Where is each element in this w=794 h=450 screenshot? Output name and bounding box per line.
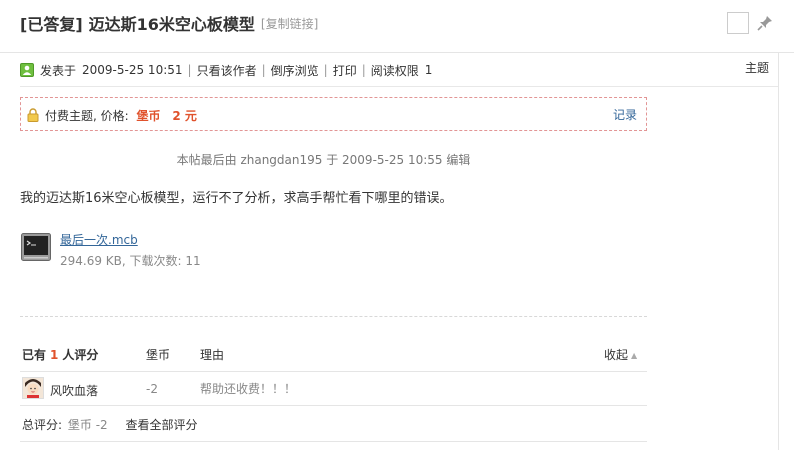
rating-total-row: 总评分: 堡币 -2 查看全部评分 bbox=[22, 416, 198, 433]
thread-title-row: [已答复] 迈达斯16米空心板模型 [复制链接] bbox=[20, 10, 318, 36]
print-link[interactable]: 打印 bbox=[333, 62, 357, 79]
rating-row-divider bbox=[20, 405, 647, 406]
purchase-record-link[interactable]: 记录 bbox=[613, 106, 637, 123]
attachment-info: 294.69 KB, 下载次数: 11 bbox=[60, 254, 201, 268]
meta-separator: | bbox=[261, 63, 266, 77]
paid-topic-text: 付费主题, 价格: 堡币 2 元 bbox=[45, 107, 197, 124]
total-label: 总评分: bbox=[22, 418, 63, 432]
rating-header-prefix: 已有 bbox=[22, 348, 47, 362]
price-amount: 2 元 bbox=[172, 109, 197, 123]
reverse-browse-link[interactable]: 倒序浏览 bbox=[271, 62, 319, 79]
rating-header-count: 已有 1 人评分 bbox=[22, 346, 98, 363]
select-checkbox[interactable] bbox=[727, 12, 749, 34]
rating-col-currency: 堡币 bbox=[146, 348, 171, 362]
view-all-ratings-link[interactable]: 查看全部评分 bbox=[125, 418, 197, 432]
post-body: 我的迈达斯16米空心板模型，运行不了分析，求高手帮忙看下哪里的错误。 bbox=[20, 191, 453, 206]
sidebar-divider bbox=[778, 52, 779, 450]
chevron-up-icon: ▲ bbox=[631, 351, 638, 360]
header-divider bbox=[0, 52, 794, 53]
copy-link-button[interactable]: [复制链接] bbox=[261, 15, 318, 32]
avatar[interactable] bbox=[22, 377, 44, 399]
paid-label: 付费主题, 价格: bbox=[45, 109, 129, 123]
edit-note: 本帖最后由 zhangdan195 于 2009-5-25 10:55 编辑 bbox=[176, 153, 471, 167]
attachment-link[interactable]: 最后一次.mcb bbox=[60, 231, 138, 248]
rating-divider bbox=[20, 316, 647, 317]
post-meta-row: 发表于 2009-5-25 10:51 | 只看该作者 | 倒序浏览 | 打印 … bbox=[20, 60, 432, 80]
user-online-icon bbox=[20, 63, 34, 77]
rater-reason: 帮助还收费！！！ bbox=[200, 382, 297, 396]
collapse-label: 收起 bbox=[604, 348, 629, 362]
meta-separator: | bbox=[361, 63, 366, 77]
total-value: 堡币 -2 bbox=[67, 418, 108, 432]
rating-header-suffix: 人评分 bbox=[62, 348, 99, 362]
posted-time: 2009-5-25 10:51 bbox=[82, 63, 183, 77]
rater-score: -2 bbox=[146, 382, 158, 396]
price-currency: 堡币 bbox=[136, 109, 161, 123]
read-permission-label: 阅读权限 bbox=[370, 63, 419, 78]
rater-name-link[interactable]: 风吹血落 bbox=[50, 382, 98, 399]
read-permission-value: 1 bbox=[424, 63, 433, 77]
avatar-face-icon bbox=[23, 378, 43, 398]
topic-link[interactable]: 主题 bbox=[745, 59, 769, 76]
meta-divider bbox=[20, 86, 778, 87]
lock-icon bbox=[27, 108, 39, 122]
thread-title: 迈达斯16米空心板模型 bbox=[88, 15, 255, 34]
pin-icon[interactable] bbox=[756, 14, 774, 32]
thread-status-prefix: [已答复] bbox=[20, 15, 83, 34]
terminal-file-icon bbox=[21, 233, 51, 261]
author-only-link[interactable]: 只看该作者 bbox=[197, 62, 257, 79]
rating-col-reason: 理由 bbox=[200, 348, 225, 362]
rating-bottom-divider bbox=[20, 441, 647, 442]
paid-topic-box: 付费主题, 价格: 堡币 2 元 记录 bbox=[20, 97, 647, 131]
rating-row-divider bbox=[20, 371, 647, 372]
meta-separator: | bbox=[187, 63, 192, 77]
rating-count: 1 bbox=[50, 348, 59, 362]
posted-label: 发表于 bbox=[40, 63, 77, 78]
meta-separator: | bbox=[323, 63, 328, 77]
collapse-button[interactable]: 收起 ▲ bbox=[604, 346, 637, 363]
